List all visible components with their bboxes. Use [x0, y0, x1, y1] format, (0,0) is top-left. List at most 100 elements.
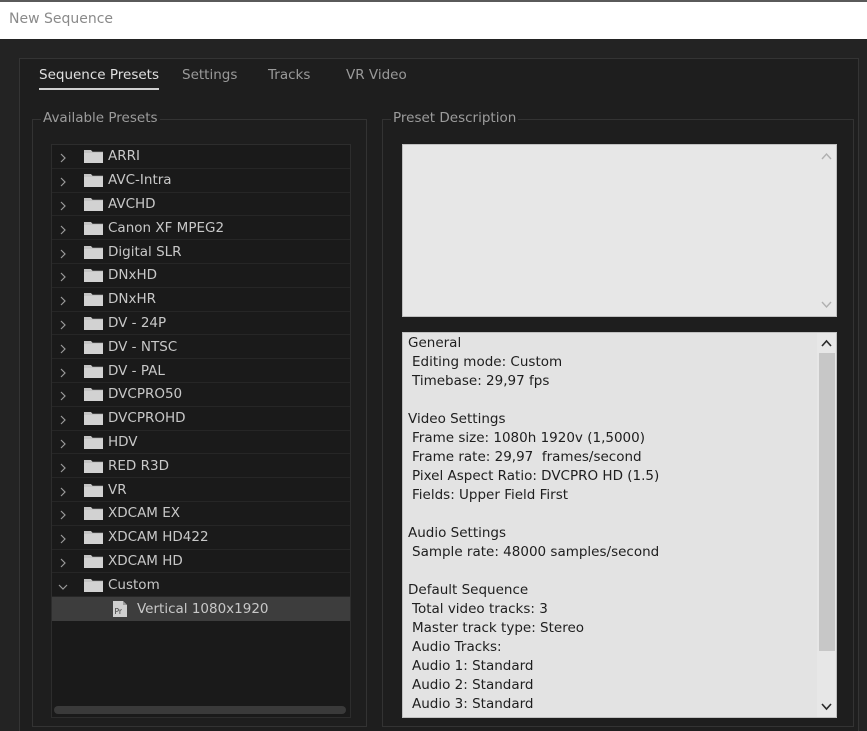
folder-icon [84, 340, 103, 354]
preset-folder-label: Custom [108, 576, 160, 593]
chevron-right-icon[interactable] [58, 151, 68, 163]
preset-folder[interactable]: AVC-Intra [52, 169, 350, 193]
info-line: Editing mode: Custom [412, 354, 563, 370]
info-line: Fields: Upper Field First [412, 487, 569, 503]
preset-folder-label: DV - PAL [108, 362, 165, 379]
folder-icon [84, 506, 103, 521]
preset-folder-label: DNxHD [108, 267, 158, 284]
info-line: General [408, 335, 462, 351]
chevron-right-icon[interactable] [58, 175, 68, 187]
preset-folder[interactable]: DVCPRO50 [52, 383, 350, 407]
chevron-up-icon[interactable] [821, 152, 832, 160]
info-line: Video Settings [408, 411, 506, 427]
chevron-right-icon[interactable] [58, 342, 68, 354]
sequence-info-text: General Editing mode: Custom Timebase: 29,… [408, 334, 814, 714]
info-line [408, 505, 814, 524]
info-line: Frame rate: 29,97 frames/second [412, 449, 642, 465]
chevron-right-icon[interactable] [58, 294, 68, 306]
preset-folder[interactable]: HDV [52, 431, 350, 455]
preset-folder[interactable]: VR [52, 478, 350, 502]
info-line: Default Sequence [408, 582, 529, 598]
preset-description-label: Preset Description [391, 110, 519, 126]
preset-folder[interactable]: AVCHD [52, 193, 350, 217]
chevron-right-icon[interactable] [58, 413, 68, 425]
window-title: New Sequence [9, 11, 114, 27]
premiere-preset-icon: Pr [112, 600, 128, 617]
preset-folder-label: Canon XF MPEG2 [108, 219, 225, 236]
preset-folder-label: DVCPRO50 [108, 386, 183, 403]
tab-sequence-presets[interactable]: Sequence Presets [39, 67, 160, 90]
preset-folder[interactable]: DV - 24P [52, 312, 350, 336]
preset-folder-label: DV - 24P [108, 314, 167, 331]
folder-icon [84, 221, 103, 235]
preset-folder-label: XDCAM HD422 [108, 529, 209, 546]
preset-folder[interactable]: Canon XF MPEG2 [52, 216, 350, 241]
info-line [408, 391, 814, 410]
info-scrollbar[interactable] [817, 333, 836, 717]
preset-folder-label: DV - NTSC [108, 338, 178, 355]
scrollbar-thumb[interactable] [54, 706, 346, 714]
preset-folder[interactable]: DV - NTSC [52, 335, 350, 360]
chevron-down-icon[interactable] [821, 301, 832, 309]
chevron-right-icon[interactable] [58, 508, 68, 520]
info-line: Total video tracks: 3 [412, 601, 548, 617]
preset-folder-label: RED R3D [108, 457, 169, 474]
chevron-right-icon[interactable] [58, 437, 68, 449]
info-line: Timebase: 29,97 fps [412, 373, 550, 389]
chevron-right-icon[interactable] [58, 389, 68, 401]
preset-folder-label: XDCAM EX [108, 505, 181, 522]
scrollbar-thumb[interactable] [819, 353, 835, 651]
info-line: Audio 2: Standard [412, 677, 534, 693]
preset-folder[interactable]: Digital SLR [52, 240, 350, 264]
folder-icon [84, 554, 103, 568]
chevron-right-icon[interactable] [58, 318, 68, 330]
preset-folder[interactable]: DNxHD [52, 264, 350, 288]
info-line: Sample rate: 48000 samples/second [412, 544, 660, 560]
chevron-right-icon[interactable] [58, 247, 68, 259]
preset-folder-custom[interactable]: Custom [52, 573, 350, 598]
folder-icon [84, 483, 103, 497]
folder-icon [84, 292, 103, 307]
description-scrollbar[interactable] [817, 145, 836, 316]
chevron-right-icon[interactable] [58, 532, 68, 544]
preset-description-box [402, 144, 837, 317]
chevron-right-icon[interactable] [58, 556, 68, 568]
preset-folder[interactable]: XDCAM EX [52, 502, 350, 526]
preset-item-vertical[interactable]: Pr Vertical 1080x1920 [52, 597, 350, 621]
preset-folder[interactable]: XDCAM HD [52, 550, 350, 574]
preset-tree[interactable]: ARRI AVC-Intra AVCHD Canon XF MPEG2 Digital … [51, 144, 351, 718]
chevron-right-icon[interactable] [58, 485, 68, 496]
preset-folder-label: Digital SLR [108, 243, 182, 260]
chevron-down-icon[interactable] [821, 703, 832, 711]
preset-folder[interactable]: DNxHR [52, 288, 350, 312]
chevron-right-icon[interactable] [58, 366, 68, 377]
chevron-up-icon[interactable] [821, 339, 832, 347]
chevron-right-icon[interactable] [58, 270, 68, 282]
folder-icon [84, 364, 103, 378]
folder-icon [84, 245, 103, 259]
preset-folder[interactable]: RED R3D [52, 454, 350, 479]
chevron-right-icon[interactable] [58, 461, 68, 473]
tab-vr-video[interactable]: VR Video [346, 67, 407, 88]
tab-tracks[interactable]: Tracks [268, 67, 310, 88]
info-line [408, 562, 814, 581]
sequence-info-box: General Editing mode: Custom Timebase: 29,… [402, 332, 837, 718]
info-line: Frame size: 1080h 1920v (1,5000) [412, 430, 645, 446]
preset-folder[interactable]: DVCPROHD [52, 407, 350, 431]
preset-folder-label: ARRI [108, 148, 140, 165]
preset-folder[interactable]: XDCAM HD422 [52, 526, 350, 550]
chevron-right-icon[interactable] [58, 223, 68, 235]
horizontal-scrollbar[interactable] [52, 703, 350, 717]
available-presets-label: Available Presets [41, 110, 160, 126]
preset-folder[interactable]: ARRI [52, 145, 350, 169]
tab-settings[interactable]: Settings [182, 67, 237, 88]
preset-folder[interactable]: DV - PAL [52, 359, 350, 383]
folder-icon [84, 149, 103, 164]
preset-folder-label: HDV [108, 433, 138, 450]
available-presets-group: Available Presets ARRI AVC-Intra AVCHD Cano… [32, 110, 367, 727]
folder-icon [84, 435, 103, 449]
chevron-down-icon[interactable] [58, 580, 68, 590]
folder-icon [84, 197, 103, 211]
folder-icon [84, 530, 103, 545]
chevron-right-icon[interactable] [58, 199, 68, 211]
